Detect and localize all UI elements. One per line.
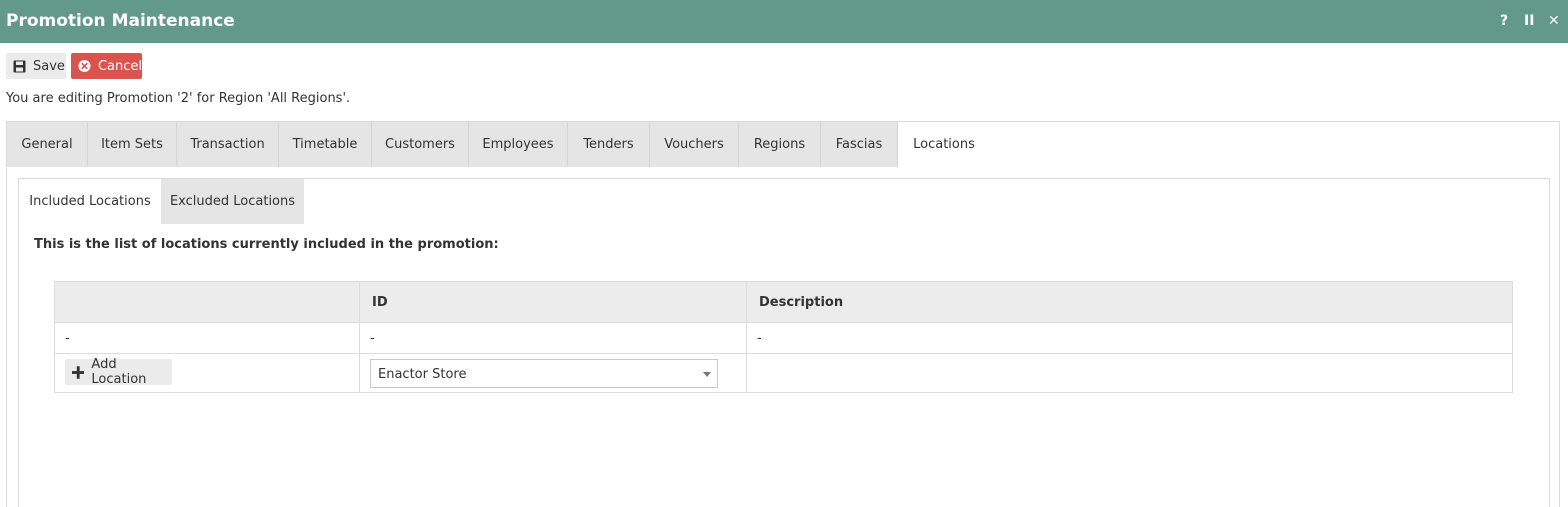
locations-table: ID Description - - - Add Location Enacto… <box>54 281 1513 393</box>
row-id-cell: - <box>370 331 375 346</box>
locations-panel: Included Locations Excluded Locations Th… <box>18 178 1550 507</box>
pause-icon[interactable]: II <box>1524 12 1534 30</box>
location-select[interactable]: Enactor Store <box>370 359 718 388</box>
column-divider <box>746 282 747 392</box>
tab-item-sets[interactable]: Item Sets <box>88 122 177 167</box>
cancel-button[interactable]: Cancel <box>71 53 142 79</box>
tab-locations[interactable]: Locations <box>898 122 990 167</box>
row-actions-cell: - <box>65 331 70 346</box>
locations-description: This is the list of locations currently … <box>34 237 499 252</box>
save-label: Save <box>33 58 65 74</box>
add-location-label: Add Location <box>91 357 147 387</box>
table-header: ID Description <box>55 282 1512 323</box>
tab-tenders[interactable]: Tenders <box>568 122 650 167</box>
column-header-description: Description <box>759 295 844 310</box>
title-bar: Promotion Maintenance ? II ✕ <box>0 0 1568 43</box>
tab-fascias[interactable]: Fascias <box>821 122 898 167</box>
help-icon[interactable]: ? <box>1500 12 1508 30</box>
save-button[interactable]: Save <box>6 53 66 79</box>
plus-icon <box>72 365 85 379</box>
window-title: Promotion Maintenance <box>6 11 235 31</box>
promotion-tabs-panel: General Item Sets Transaction Timetable … <box>6 121 1560 507</box>
tab-employees[interactable]: Employees <box>469 122 568 167</box>
chevron-down-icon <box>703 372 711 377</box>
location-select-value: Enactor Store <box>378 367 467 382</box>
subtab-included-locations[interactable]: Included Locations <box>19 179 161 224</box>
tab-regions[interactable]: Regions <box>739 122 821 167</box>
column-header-id: ID <box>372 295 388 310</box>
save-icon <box>13 60 26 72</box>
cancel-label: Cancel <box>97 58 142 74</box>
row-description-cell: - <box>757 331 762 346</box>
add-location-button[interactable]: Add Location <box>65 357 172 387</box>
tab-customers[interactable]: Customers <box>372 122 469 167</box>
subtab-excluded-locations[interactable]: Excluded Locations <box>161 179 304 224</box>
tab-timetable[interactable]: Timetable <box>279 122 372 167</box>
column-divider <box>359 282 360 392</box>
tab-general[interactable]: General <box>7 122 88 167</box>
close-icon[interactable]: ✕ <box>1548 12 1560 30</box>
cancel-icon <box>78 59 91 73</box>
table-row: - - - <box>55 323 1512 354</box>
tab-transaction[interactable]: Transaction <box>177 122 279 167</box>
editing-notice: You are editing Promotion '2' for Region… <box>6 91 351 106</box>
add-location-row: Add Location Enactor Store <box>55 354 1512 392</box>
tab-vouchers[interactable]: Vouchers <box>650 122 739 167</box>
